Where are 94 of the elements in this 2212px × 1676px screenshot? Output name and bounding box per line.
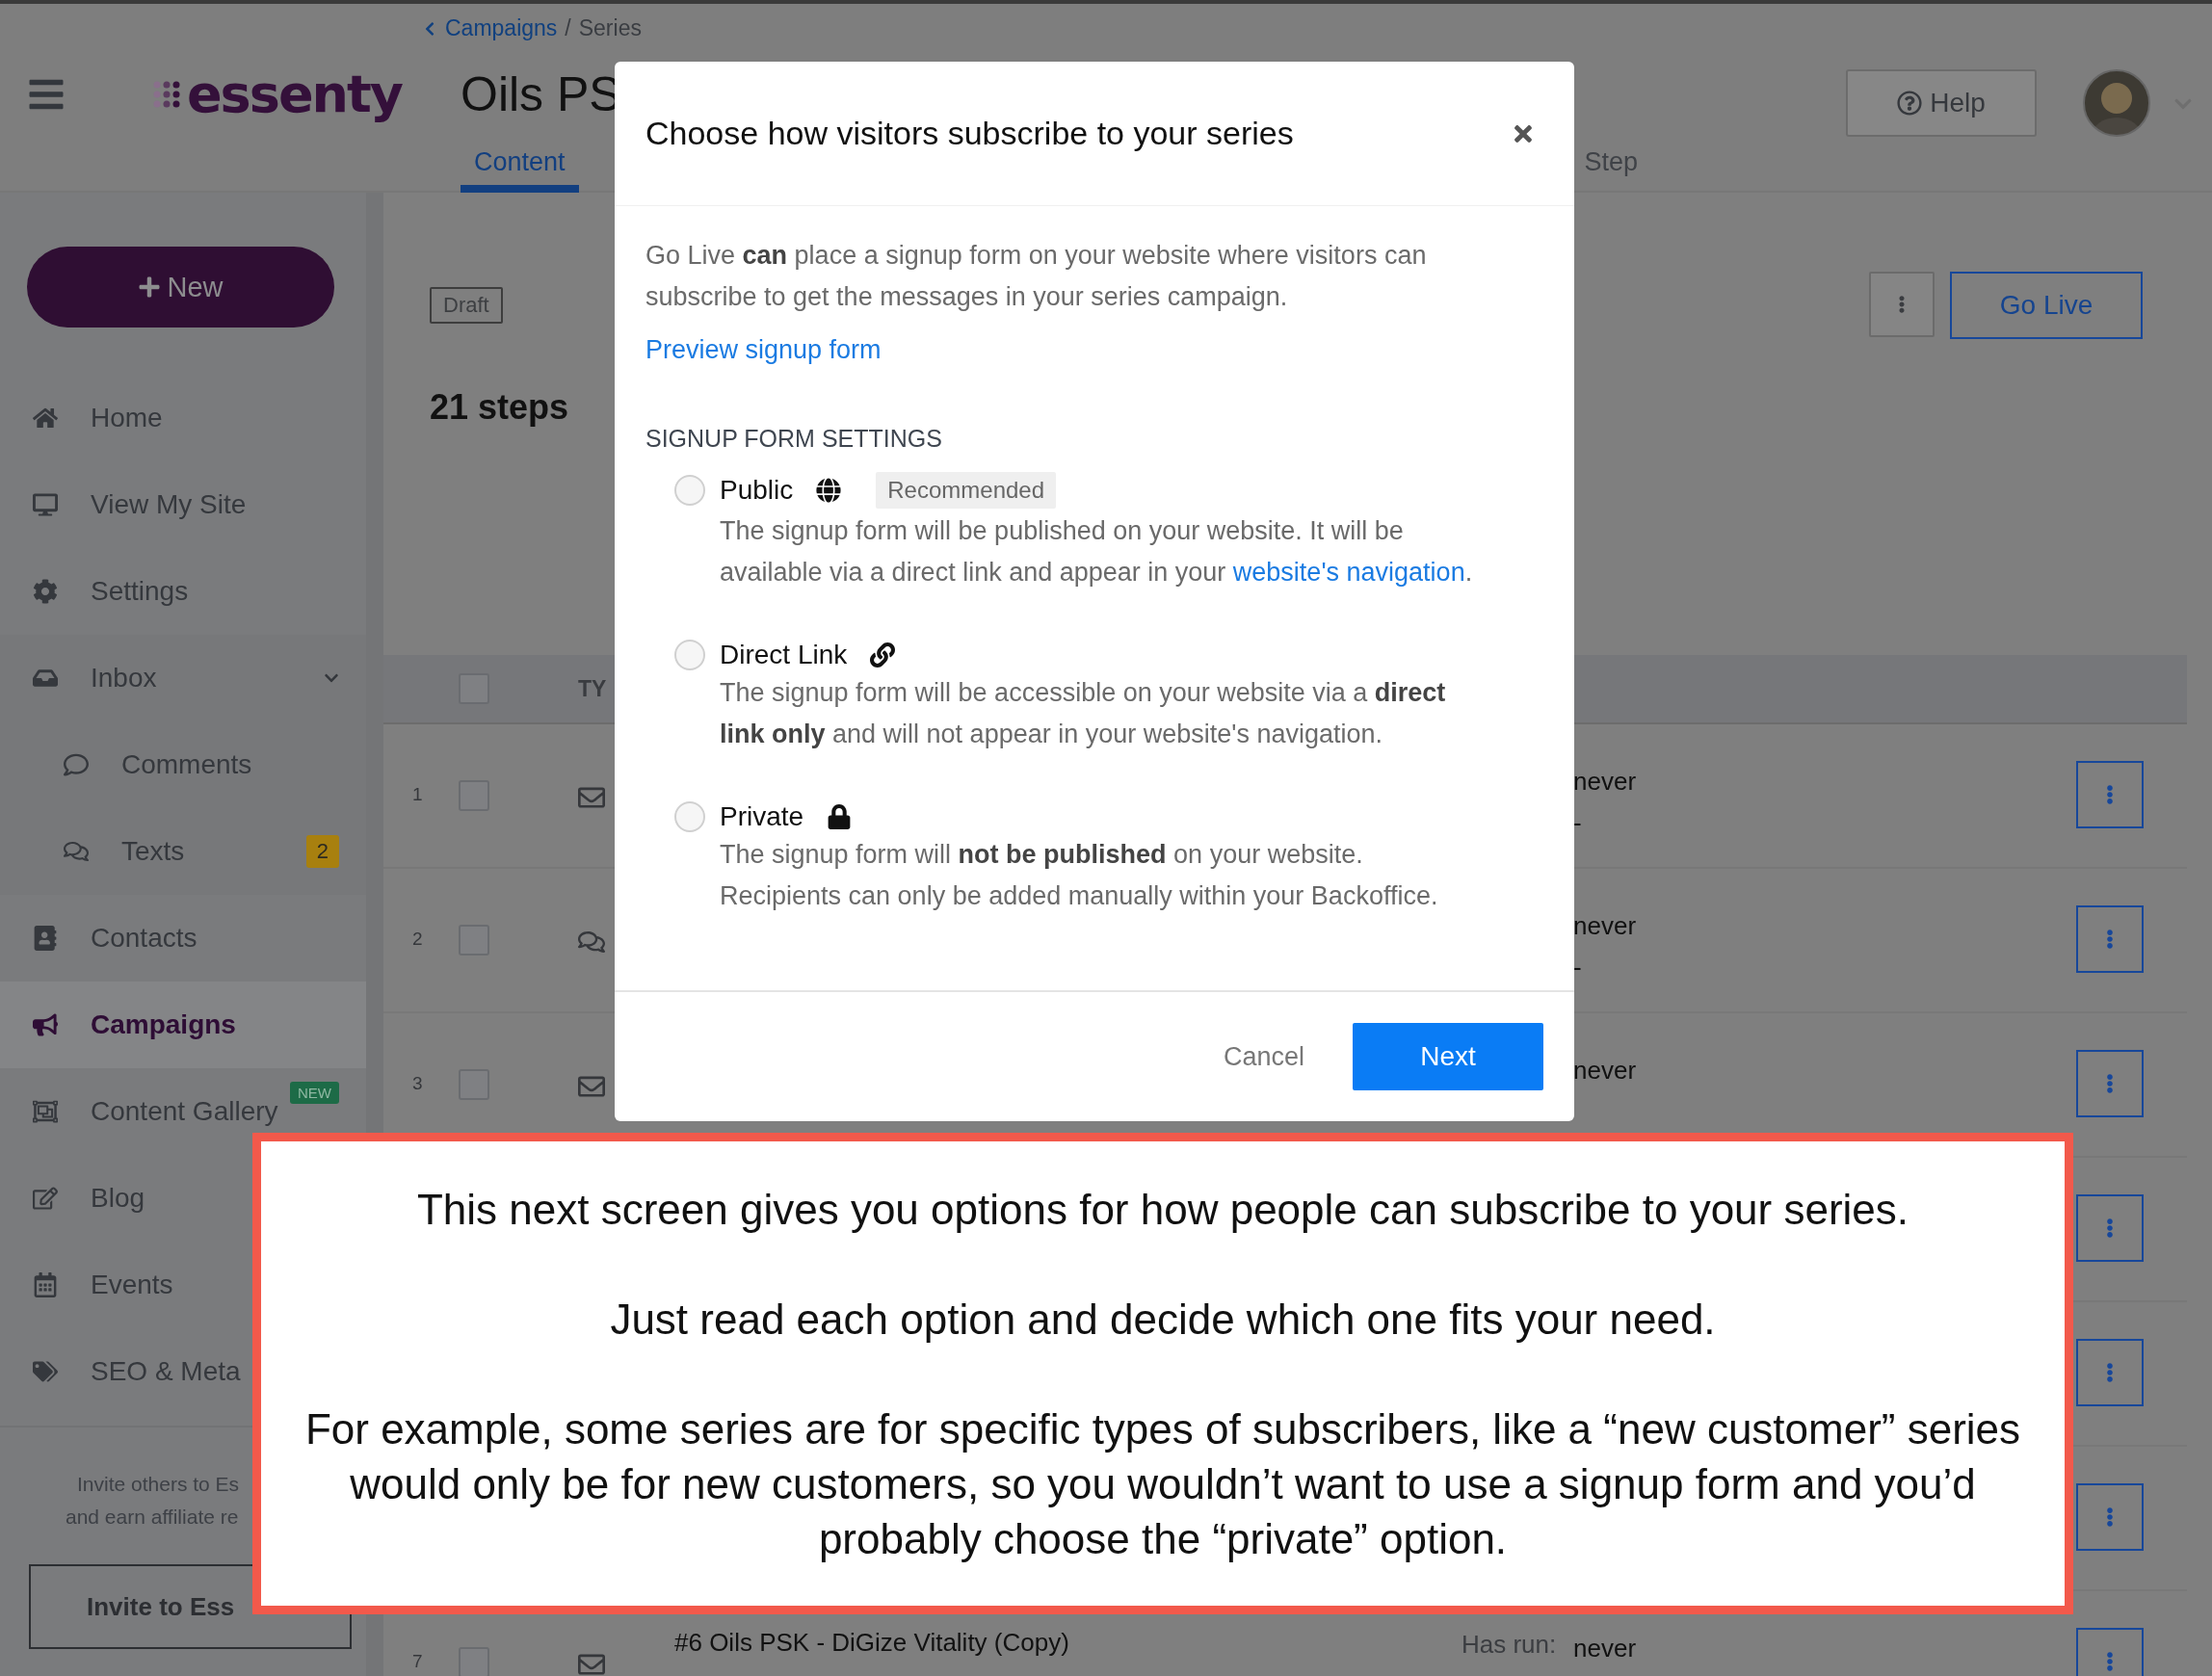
option-description: The signup form will be accessible on your website via a direct link only and will not appear in your website's navigation. xyxy=(720,677,1447,750)
more-button[interactable] xyxy=(2076,1628,2144,1676)
new-badge: NEW xyxy=(290,1082,339,1104)
tags-icon xyxy=(33,1359,58,1384)
run-value: never xyxy=(1573,1633,1637,1664)
breadcrumb-link[interactable]: Campaigns xyxy=(422,15,558,41)
more-button[interactable] xyxy=(2076,905,2144,973)
recommended-tag: Recommended xyxy=(876,472,1056,509)
sidebar-item[interactable]: Content Gallery NEW xyxy=(0,1068,366,1155)
logo-dots-icon xyxy=(152,80,181,109)
run-value: never xyxy=(1573,766,1637,798)
gear-icon xyxy=(33,579,58,604)
more-button[interactable] xyxy=(2076,761,2144,828)
sidebar-item[interactable]: Events xyxy=(0,1242,366,1328)
sidebar-item[interactable]: View My Site xyxy=(0,461,366,548)
sidebar-item-label: Inbox xyxy=(91,663,157,694)
sidebar-item[interactable]: Settings xyxy=(0,548,366,635)
next-button[interactable]: Next xyxy=(1353,1023,1543,1090)
option-description: The signup form will be published on your website. It will be available via a direct link and appear in your website's navigation. xyxy=(720,515,1474,589)
sidebar-item-label: Contacts xyxy=(91,923,198,954)
sidebar-item[interactable]: Campaigns xyxy=(0,982,366,1068)
more-button[interactable] xyxy=(2076,1339,2144,1406)
option-description: The signup form will not be published on your website. Recipients can only be added manually within your Backoffice. xyxy=(720,839,1439,912)
sidebar-item-label: Comments xyxy=(121,749,252,780)
sidebar-item-label: Content Gallery xyxy=(91,1096,278,1127)
radio-button[interactable] xyxy=(674,475,705,506)
sidebar-item[interactable]: Comments xyxy=(0,721,366,808)
help-icon xyxy=(1897,91,1923,116)
sidebar-item-label: View My Site xyxy=(91,489,247,520)
logo: essenty xyxy=(187,68,402,120)
preview-link[interactable]: Preview signup form xyxy=(645,335,882,365)
sidebar-item-label: Campaigns xyxy=(91,1009,236,1040)
sidebar-item[interactable]: Contacts xyxy=(0,895,366,982)
breadcrumb-separator: / xyxy=(565,15,571,41)
navigation-link[interactable]: website's navigation xyxy=(1232,558,1465,587)
breadcrumb-current: Series xyxy=(578,15,642,41)
plus-icon xyxy=(138,275,162,299)
run-label: Has run: xyxy=(1462,1630,1557,1660)
more-button[interactable] xyxy=(2076,1483,2144,1551)
dialog-title: Choose how visitors subscribe to your series xyxy=(645,115,1294,152)
contact-card-icon xyxy=(33,926,58,951)
option-label: Direct Link xyxy=(720,640,848,670)
monitor-icon xyxy=(33,492,58,517)
help-button[interactable]: Help xyxy=(1846,69,2037,137)
speech-bubble-icon xyxy=(64,752,89,777)
count-badge: 2 xyxy=(305,834,339,869)
sidebar-item[interactable]: Texts 2 xyxy=(0,808,366,895)
sidebar-item-label: Settings xyxy=(91,576,189,607)
sidebar-item[interactable]: Blog xyxy=(0,1155,366,1242)
radio-button[interactable] xyxy=(674,801,705,832)
callout-text: Just read each option and decide which one fits your need. xyxy=(609,1295,1717,1345)
status-badge: Draft xyxy=(430,287,503,324)
run-value: never xyxy=(1573,910,1637,942)
more-button[interactable] xyxy=(1869,272,1935,337)
row-number: 7 xyxy=(412,1651,423,1672)
run-value: never xyxy=(1573,1055,1637,1087)
speech-bubbles-icon xyxy=(64,839,89,864)
new-button[interactable]: New xyxy=(27,247,334,327)
lock-icon xyxy=(827,804,853,829)
link-icon xyxy=(870,642,896,668)
row-number: 1 xyxy=(412,784,423,805)
sidebar-item-label: Home xyxy=(91,403,163,433)
option-label: Private xyxy=(720,801,804,832)
row-number: 3 xyxy=(412,1073,423,1094)
section-heading: SIGNUP FORM SETTINGS xyxy=(645,425,943,453)
radio-button[interactable] xyxy=(674,640,705,670)
frame-icon xyxy=(33,1099,58,1124)
go-live-button[interactable]: Go Live xyxy=(1950,272,2143,339)
last-run-value: - xyxy=(1573,807,1582,839)
option-label: Public xyxy=(720,475,794,506)
sidebar-item-label: Texts xyxy=(121,836,185,867)
row-number: 2 xyxy=(412,929,423,950)
sidebar-item-label: Events xyxy=(91,1270,173,1300)
more-button[interactable] xyxy=(2076,1194,2144,1262)
tab[interactable]: Step xyxy=(1570,147,1652,193)
megaphone-icon xyxy=(33,1012,58,1037)
speech-bubbles-icon xyxy=(578,929,605,956)
cancel-button[interactable]: Cancel xyxy=(1217,1040,1310,1073)
sidebar-item-label: SEO & Meta xyxy=(91,1356,241,1387)
more-button[interactable] xyxy=(2076,1050,2144,1117)
last-run-value: - xyxy=(1573,952,1582,983)
globe-icon xyxy=(816,478,842,503)
column-header: TY xyxy=(578,675,607,702)
intro-text: Go Live can place a signup form on your website where visitors can subscribe to get the messages in your series campaign. xyxy=(645,240,1428,313)
sidebar-item[interactable]: Inbox xyxy=(0,635,366,721)
tab[interactable]: Content xyxy=(461,147,579,193)
callout-text: This next screen gives you options for how people can subscribe to your series. xyxy=(415,1185,1910,1235)
step-title: #6 Oils PSK - DiGize Vitality (Copy) xyxy=(674,1628,1069,1658)
home-icon xyxy=(33,406,58,431)
steps-count: 21 steps xyxy=(430,387,569,428)
sidebar-item[interactable]: Home xyxy=(0,375,366,461)
invite-text: Invite others to Es and earn affiliate re xyxy=(66,1472,240,1530)
calendar-icon xyxy=(33,1272,58,1297)
sidebar-item-label: Blog xyxy=(91,1183,145,1214)
